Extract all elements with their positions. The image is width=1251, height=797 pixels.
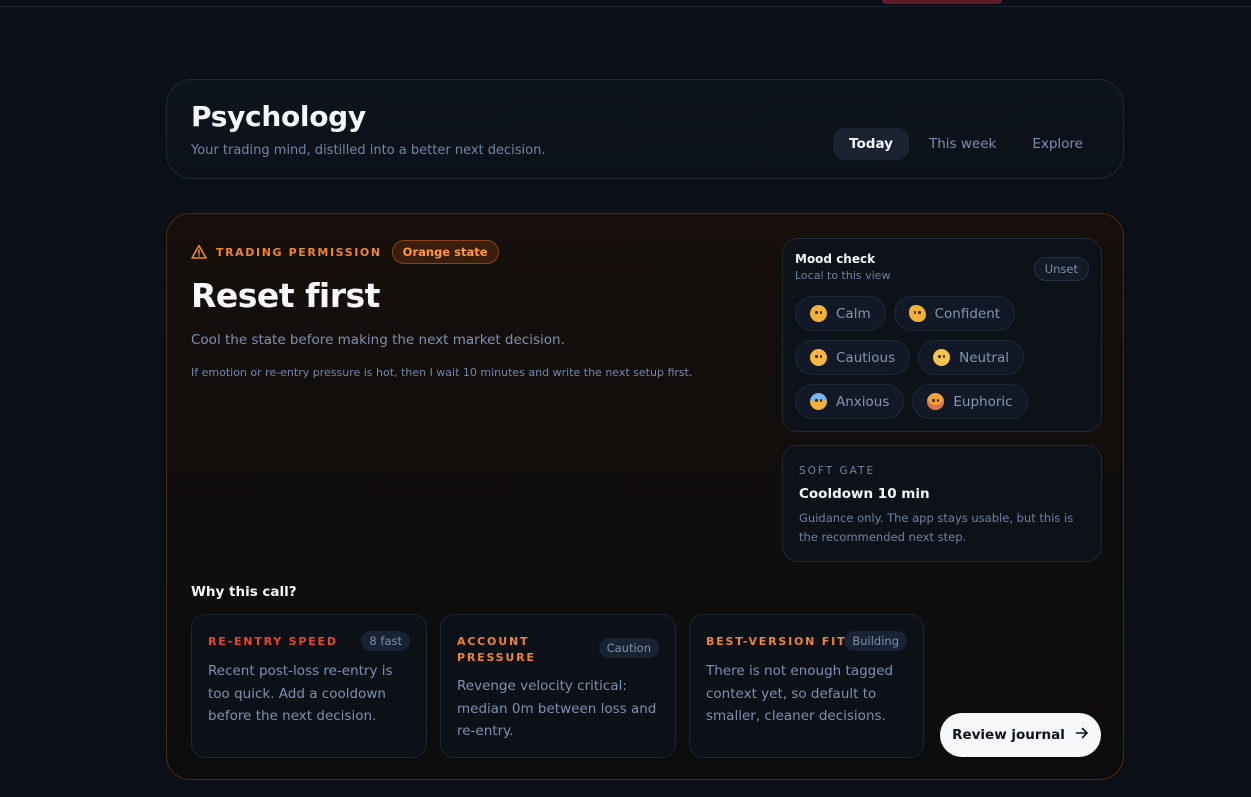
soft-gate-title: Cooldown 10 min	[799, 486, 930, 502]
mood-check-card: Mood check Local to this view Unset Calm…	[782, 238, 1102, 432]
page-subtitle: Your trading mind, distilled into a bett…	[191, 143, 546, 158]
state-badge: Orange state	[391, 240, 499, 264]
mood-chip-label: Calm	[836, 305, 871, 322]
reason-card-best-version-fit: BEST-VERSION FIT Building There is not e…	[689, 614, 924, 758]
tab-this-week[interactable]: This week	[913, 128, 1012, 160]
reason-card-title: RE-ENTRY SPEED	[208, 635, 338, 648]
soft-gate-card: SOFT GATE Cooldown 10 min Guidance only.…	[782, 445, 1102, 562]
reason-card-tag: 8 fast	[361, 631, 410, 651]
mood-chip-label: Cautious	[836, 349, 896, 366]
mood-chip-euphoric[interactable]: Euphoric	[912, 384, 1028, 419]
mood-check-subtitle: Local to this view	[795, 269, 891, 282]
flexed-biceps-icon	[908, 305, 926, 322]
mood-chip-calm[interactable]: Calm	[795, 296, 886, 331]
reason-card-reentry-speed: RE-ENTRY SPEED 8 fast Recent post-loss r…	[191, 614, 427, 758]
mood-status-badge: Unset	[1033, 257, 1089, 281]
mood-options: Calm Confident Cautious Neutral Anxious …	[795, 296, 1095, 419]
warning-triangle-icon	[191, 244, 207, 260]
arrow-right-icon	[1075, 726, 1089, 744]
permission-label: TRADING PERMISSION	[216, 245, 382, 259]
mood-chip-label: Euphoric	[953, 393, 1013, 410]
page-title: Psychology	[191, 100, 366, 133]
reason-card-tag: Building	[844, 631, 907, 651]
permission-rule: If emotion or re-entry pressure is hot, …	[191, 366, 693, 379]
top-accent-glow	[882, 0, 1002, 4]
page-header: Psychology Your trading mind, distilled …	[166, 79, 1124, 179]
review-journal-button[interactable]: Review journal	[940, 713, 1101, 757]
mood-chip-label: Confident	[934, 305, 1001, 322]
mood-chip-neutral[interactable]: Neutral	[918, 340, 1024, 375]
mood-chip-cautious[interactable]: Cautious	[795, 340, 911, 375]
star-struck-face-icon	[927, 393, 945, 410]
relieved-face-icon	[810, 305, 827, 322]
permission-lead: Cool the state before making the next ma…	[191, 332, 565, 348]
reason-card-body: Revenge velocity critical: median 0m bet…	[457, 678, 657, 739]
reason-card-tag: Caution	[598, 638, 659, 658]
reason-card-body: There is not enough tagged context yet, …	[706, 663, 894, 724]
mood-chip-label: Neutral	[959, 349, 1009, 366]
trading-permission-panel: TRADING PERMISSION Orange state Reset fi…	[166, 213, 1124, 780]
tab-explore[interactable]: Explore	[1016, 128, 1099, 160]
reason-card-account-pressure: ACCOUNT PRESSURE Caution Revenge velocit…	[440, 614, 676, 758]
anxious-face-icon	[810, 393, 827, 410]
reason-card-title: ACCOUNT PRESSURE	[457, 635, 536, 664]
view-tabs: Today This week Explore	[833, 128, 1099, 160]
mood-chip-anxious[interactable]: Anxious	[795, 384, 905, 419]
permission-row: TRADING PERMISSION Orange state	[191, 240, 499, 264]
mood-check-title: Mood check	[795, 252, 876, 266]
review-journal-label: Review journal	[952, 727, 1065, 743]
why-heading: Why this call?	[191, 584, 297, 600]
thinking-face-icon	[810, 349, 827, 366]
soft-gate-body: Guidance only. The app stays usable, but…	[799, 511, 1074, 544]
top-divider	[0, 6, 1251, 7]
tab-today[interactable]: Today	[833, 128, 909, 160]
reason-card-title: BEST-VERSION FIT	[706, 635, 847, 648]
reason-card-body: Recent post-loss re-entry is too quick. …	[208, 663, 393, 724]
permission-headline: Reset first	[191, 276, 380, 315]
mood-chip-label: Anxious	[836, 393, 890, 410]
neutral-face-icon	[933, 349, 951, 366]
mood-chip-confident[interactable]: Confident	[893, 296, 1016, 331]
soft-gate-label: SOFT GATE	[799, 465, 876, 477]
